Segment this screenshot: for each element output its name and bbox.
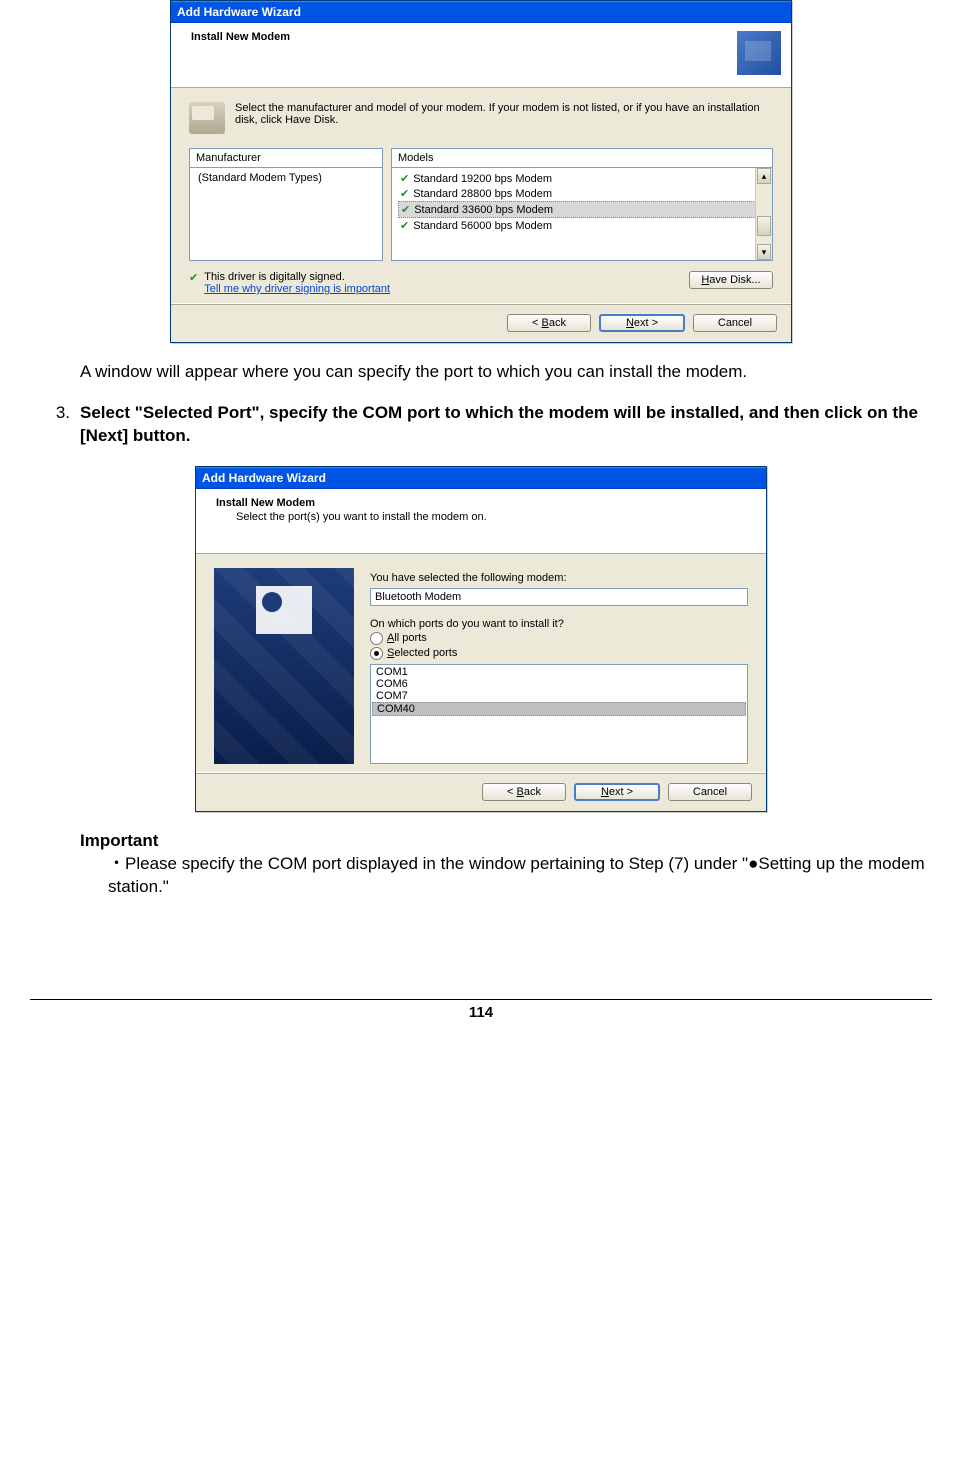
radio-icon: [370, 632, 383, 645]
dialog2-header: Install New Modem Select the port(s) you…: [196, 489, 766, 554]
model-item[interactable]: ✔ Standard 56000 bps Modem: [398, 218, 766, 233]
add-hardware-wizard-dialog-2: Add Hardware Wizard Install New Modem Se…: [195, 466, 767, 812]
dialog1-header: Install New Modem: [171, 23, 791, 88]
add-hardware-wizard-dialog-1: Add Hardware Wizard Install New Modem Se…: [170, 0, 792, 343]
modem-header-icon: [737, 31, 781, 75]
back-button[interactable]: < Back: [507, 314, 591, 332]
cancel-button[interactable]: Cancel: [668, 783, 752, 801]
selected-modem-label: You have selected the following modem:: [370, 572, 748, 584]
port-item[interactable]: COM6: [372, 678, 746, 690]
certified-icon: ✔: [189, 271, 198, 284]
certified-icon: ✔: [400, 187, 409, 200]
manufacturer-item[interactable]: (Standard Modem Types): [196, 171, 376, 185]
scroll-thumb[interactable]: [757, 216, 771, 236]
doc-paragraph-1: A window will appear where you can speci…: [80, 361, 932, 384]
next-button[interactable]: Next >: [599, 314, 685, 332]
important-block: Important ・Please specify the COM port d…: [80, 830, 932, 899]
scroll-up-icon[interactable]: ▴: [757, 168, 771, 184]
step-3: 3. Select "Selected Port", specify the C…: [48, 402, 932, 448]
model-item-selected[interactable]: ✔ Standard 33600 bps Modem: [398, 201, 766, 218]
model-item[interactable]: ✔ Standard 28800 bps Modem: [398, 186, 766, 201]
dialog2-header-title: Install New Modem: [216, 497, 756, 509]
dialog1-title: Add Hardware Wizard: [177, 5, 301, 19]
dialog1-titlebar: Add Hardware Wizard: [171, 1, 791, 23]
dialog1-header-title: Install New Modem: [191, 31, 781, 43]
page-footer: 114: [30, 999, 932, 1021]
ports-question: On which ports do you want to install it…: [370, 618, 748, 630]
manufacturer-list[interactable]: (Standard Modem Types): [189, 167, 383, 261]
driver-signed-text: This driver is digitally signed.: [204, 271, 390, 283]
ports-listbox[interactable]: COM1 COM6 COM7 COM40: [370, 664, 748, 764]
port-item[interactable]: COM7: [372, 690, 746, 702]
step-number: 3.: [48, 402, 70, 448]
models-scrollbar[interactable]: ▴ ▾: [755, 168, 772, 260]
important-body: ・Please specify the COM port displayed i…: [108, 853, 932, 899]
next-button[interactable]: Next >: [574, 783, 660, 801]
radio-selected-ports[interactable]: Selected ports: [370, 647, 748, 660]
modem-icon: [189, 102, 225, 134]
dialog2-title: Add Hardware Wizard: [202, 471, 326, 485]
radio-checked-icon: [370, 647, 383, 660]
have-disk-button[interactable]: Have Disk...: [689, 271, 773, 289]
model-item[interactable]: ✔ Standard 19200 bps Modem: [398, 171, 766, 186]
models-list[interactable]: ✔ Standard 19200 bps Modem ✔ Standard 28…: [391, 167, 773, 261]
important-heading: Important: [80, 830, 932, 853]
dialog1-instruction: Select the manufacturer and model of you…: [235, 102, 773, 126]
certified-icon: ✔: [400, 219, 409, 232]
models-header: Models: [391, 148, 773, 168]
scroll-down-icon[interactable]: ▾: [757, 244, 771, 260]
dialog2-header-sub: Select the port(s) you want to install t…: [236, 511, 756, 523]
back-button[interactable]: < Back: [482, 783, 566, 801]
certified-icon: ✔: [400, 172, 409, 185]
certified-icon: ✔: [401, 203, 410, 216]
fax-modem-icon: [256, 586, 312, 634]
page-number: 114: [469, 1004, 493, 1021]
step-text: Select "Selected Port", specify the COM …: [80, 402, 932, 448]
port-item-selected[interactable]: COM40: [372, 702, 746, 716]
manufacturer-header: Manufacturer: [189, 148, 383, 168]
radio-all-ports[interactable]: All ports: [370, 632, 748, 645]
selected-modem-value: Bluetooth Modem: [370, 588, 748, 606]
wizard-sidebar-graphic: [214, 568, 354, 764]
dialog2-titlebar: Add Hardware Wizard: [196, 467, 766, 489]
cancel-button[interactable]: Cancel: [693, 314, 777, 332]
port-item[interactable]: COM1: [372, 666, 746, 678]
driver-signing-link[interactable]: Tell me why driver signing is important: [204, 283, 390, 295]
